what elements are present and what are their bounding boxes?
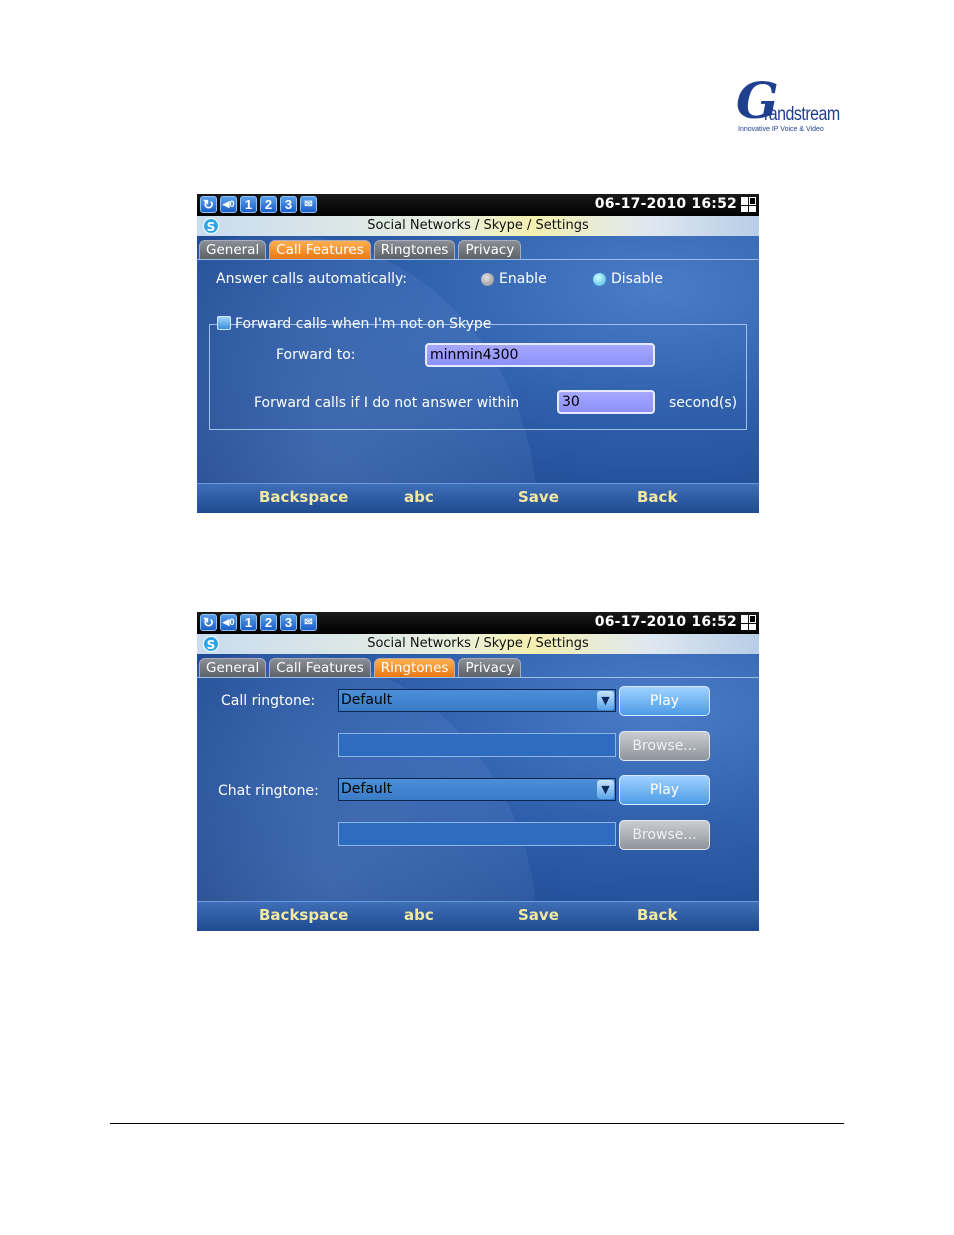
backspace-softkey[interactable]: Backspace: [259, 488, 348, 506]
chat-play-button[interactable]: Play: [619, 775, 710, 805]
abc-softkey[interactable]: abc: [404, 488, 434, 506]
call-ringtone-label: Call ringtone:: [221, 693, 316, 709]
menu-grid-icon[interactable]: [741, 615, 756, 630]
status-bar: ↻ ◀0 1 2 3 ✉ 06-17-2010 16:52: [197, 194, 759, 216]
enable-label: Enable: [499, 271, 547, 287]
call-browse-button[interactable]: Browse...: [619, 731, 710, 761]
clock: 06-17-2010 16:52: [594, 196, 737, 212]
call-ringtone-value: Default: [341, 692, 393, 708]
volume-icon: ◀0: [220, 614, 237, 631]
ringtones-screen: ↻ ◀0 1 2 3 ✉ 06-17-2010 16:52 S Social N…: [197, 612, 759, 931]
sync-icon: ↻: [200, 196, 217, 213]
line-2-icon[interactable]: 2: [260, 614, 277, 631]
chat-browse-button[interactable]: Browse...: [619, 820, 710, 850]
abc-softkey[interactable]: abc: [404, 906, 434, 924]
tab-call-features[interactable]: Call Features: [269, 658, 371, 678]
softkey-bar: Backspace abc Save Back: [197, 901, 759, 931]
call-features-screen: ↻ ◀0 1 2 3 ✉ 06-17-2010 16:52 S Social N…: [197, 194, 759, 513]
seconds-unit-label: second(s): [669, 395, 738, 411]
line-2-icon[interactable]: 2: [260, 196, 277, 213]
call-play-button[interactable]: Play: [619, 686, 710, 716]
chat-ringtone-label: Chat ringtone:: [218, 783, 319, 799]
seconds-input[interactable]: 30: [557, 390, 655, 414]
forward-group: [209, 324, 747, 430]
save-softkey[interactable]: Save: [518, 906, 559, 924]
tab-bar: General Call Features Ringtones Privacy: [199, 240, 522, 260]
call-ringtone-path-input[interactable]: [338, 733, 616, 757]
forward-checkbox[interactable]: [217, 316, 231, 330]
volume-icon: ◀0: [220, 196, 237, 213]
forward-to-input[interactable]: minmin4300: [425, 343, 655, 367]
tab-privacy[interactable]: Privacy: [458, 658, 522, 678]
chat-ringtone-value: Default: [341, 781, 393, 797]
chevron-down-icon[interactable]: ▼: [597, 780, 614, 799]
grandstream-logo: G randstream Innovative IP Voice & Video: [734, 76, 840, 138]
footer-divider: [110, 1123, 844, 1124]
forward-if-label: Forward calls if I do not answer within: [254, 395, 520, 411]
clock: 06-17-2010 16:52: [594, 614, 737, 630]
tab-privacy[interactable]: Privacy: [458, 240, 522, 260]
enable-radio[interactable]: [481, 273, 494, 286]
line-3-icon[interactable]: 3: [280, 614, 297, 631]
softkey-bar: Backspace abc Save Back: [197, 483, 759, 513]
tab-general[interactable]: General: [199, 658, 267, 678]
message-icon: ✉: [300, 614, 317, 631]
disable-label: Disable: [611, 271, 663, 287]
backspace-softkey[interactable]: Backspace: [259, 906, 348, 924]
line-3-icon[interactable]: 3: [280, 196, 297, 213]
logo-tagline: Innovative IP Voice & Video: [738, 126, 824, 133]
tab-bar: General Call Features Ringtones Privacy: [199, 658, 522, 678]
page-title: Social Networks / Skype / Settings: [367, 636, 589, 651]
sync-icon: ↻: [200, 614, 217, 631]
tab-general[interactable]: General: [199, 240, 267, 260]
chat-ringtone-select[interactable]: Default ▼: [338, 778, 616, 801]
forward-to-label: Forward to:: [276, 347, 356, 363]
forward-group-label: Forward calls when I'm not on Skype: [235, 316, 492, 332]
disable-radio[interactable]: [593, 273, 606, 286]
status-bar: ↻ ◀0 1 2 3 ✉ 06-17-2010 16:52: [197, 612, 759, 634]
forward-group-header: Forward calls when I'm not on Skype: [215, 314, 493, 332]
menu-grid-icon[interactable]: [741, 197, 756, 212]
back-softkey[interactable]: Back: [637, 488, 677, 506]
tab-ringtones[interactable]: Ringtones: [373, 658, 456, 678]
logo-word: randstream: [764, 104, 840, 125]
call-ringtone-select[interactable]: Default ▼: [338, 689, 616, 712]
answer-calls-label: Answer calls automatically:: [216, 271, 407, 287]
tab-ringtones[interactable]: Ringtones: [373, 240, 456, 260]
line-1-icon[interactable]: 1: [240, 196, 257, 213]
title-bar: S Social Networks / Skype / Settings: [197, 634, 759, 654]
line-1-icon[interactable]: 1: [240, 614, 257, 631]
message-icon: ✉: [300, 196, 317, 213]
title-bar: S Social Networks / Skype / Settings: [197, 216, 759, 236]
chat-ringtone-path-input[interactable]: [338, 822, 616, 846]
back-softkey[interactable]: Back: [637, 906, 677, 924]
tab-call-features[interactable]: Call Features: [269, 240, 371, 260]
page-title: Social Networks / Skype / Settings: [367, 218, 589, 233]
chevron-down-icon[interactable]: ▼: [597, 691, 614, 710]
save-softkey[interactable]: Save: [518, 488, 559, 506]
